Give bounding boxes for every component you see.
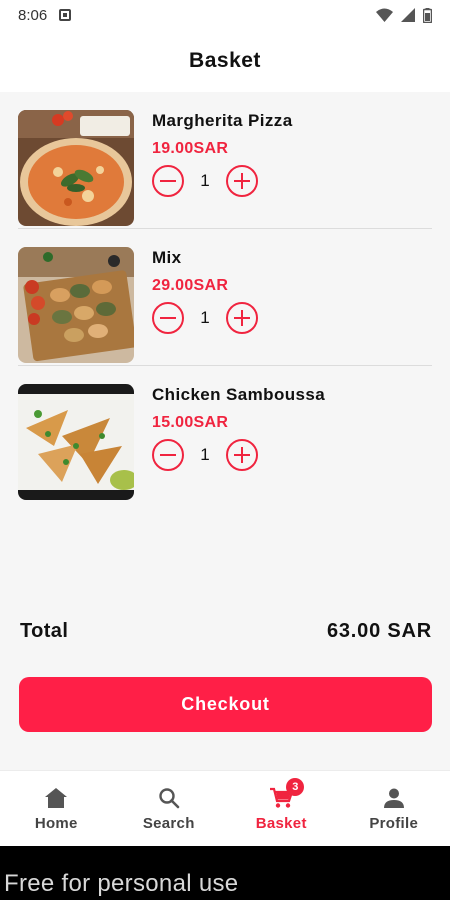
item-name: Margherita Pizza <box>152 111 293 130</box>
item-name: Chicken Samboussa <box>152 385 326 404</box>
nav-item-profile[interactable]: Profile <box>338 771 450 846</box>
nav-label: Search <box>142 815 195 832</box>
minus-icon <box>160 179 176 183</box>
item-price: 29.00SAR <box>152 277 229 294</box>
item-info: Margherita Pizza 19.00SAR 1 <box>152 110 293 197</box>
cart-icon: 3 <box>268 778 305 811</box>
nav-item-search[interactable]: Search <box>113 771 226 846</box>
quantity-stepper: 1 <box>152 302 258 334</box>
total-label: Total <box>20 620 69 642</box>
status-time: 8:06 <box>18 6 48 24</box>
checkout-button[interactable]: Checkout <box>19 677 432 732</box>
notification-icon <box>59 9 72 21</box>
home-icon <box>43 785 69 811</box>
item-image-pastries <box>18 247 134 363</box>
item-name: Mix <box>152 248 182 267</box>
basket-item: Chicken Samboussa 15.00SAR 1 <box>18 366 432 503</box>
battery-icon <box>423 7 432 23</box>
wifi-icon <box>376 8 393 22</box>
nav-item-basket[interactable]: 3 Basket <box>225 771 338 846</box>
nav-label: Home <box>34 815 78 832</box>
quantity-stepper: 1 <box>152 439 325 471</box>
basket-item: Margherita Pizza 19.00SAR 1 <box>18 92 432 229</box>
minus-icon <box>160 316 176 320</box>
signal-icon <box>401 8 415 22</box>
item-image-pizza <box>18 110 134 226</box>
search-icon <box>156 785 182 811</box>
page-title: Basket <box>189 49 261 72</box>
cart-count-badge: 3 <box>286 778 305 796</box>
minus-icon <box>160 453 176 457</box>
quantity-stepper: 1 <box>152 165 293 197</box>
status-icons <box>376 7 432 23</box>
quantity-value: 1 <box>200 445 210 464</box>
increase-quantity-button[interactable] <box>226 439 258 471</box>
item-info: Mix 29.00SAR 1 <box>152 247 258 334</box>
item-image-samboussa <box>18 384 134 500</box>
item-info: Chicken Samboussa 15.00SAR 1 <box>152 384 325 471</box>
basket-item: Mix 29.00SAR 1 <box>18 229 432 366</box>
decrease-quantity-button[interactable] <box>152 302 184 334</box>
nav-label: Basket <box>255 815 307 832</box>
increase-quantity-button[interactable] <box>226 302 258 334</box>
watermark-bar: Free for personal use <box>0 846 450 900</box>
watermark-text: Free for personal use <box>4 870 239 897</box>
item-price: 15.00SAR <box>152 414 229 431</box>
bottom-nav: Home Search 3 Basket Profile <box>0 770 450 846</box>
item-price: 19.00SAR <box>152 140 229 157</box>
total-value: 63.00 SAR <box>326 620 432 642</box>
status-bar: 8:06 <box>0 0 450 30</box>
increase-quantity-button[interactable] <box>226 165 258 197</box>
app-header: Basket <box>0 30 450 92</box>
decrease-quantity-button[interactable] <box>152 165 184 197</box>
quantity-value: 1 <box>200 171 210 190</box>
nav-item-home[interactable]: Home <box>0 771 113 846</box>
nav-label: Profile <box>369 815 419 832</box>
decrease-quantity-button[interactable] <box>152 439 184 471</box>
quantity-value: 1 <box>200 308 210 327</box>
total-row: Total 63.00 SAR <box>20 620 432 643</box>
person-icon <box>381 785 407 811</box>
